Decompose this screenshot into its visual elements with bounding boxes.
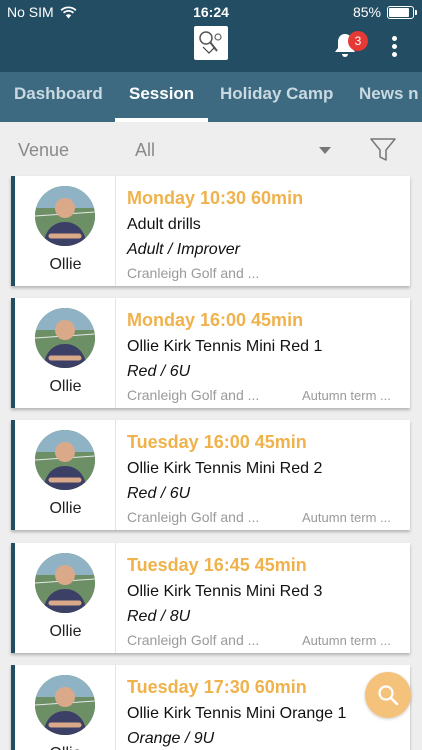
coach-avatar bbox=[35, 553, 95, 613]
session-time: Tuesday 16:45 45min bbox=[127, 555, 307, 575]
coach-photo-icon bbox=[35, 308, 95, 368]
coach-photo-icon bbox=[35, 675, 95, 735]
search-button[interactable] bbox=[365, 672, 411, 718]
session-time: Tuesday 17:30 60min bbox=[127, 677, 307, 697]
app-header: No SIM 16:24 85% 3 bbox=[0, 0, 422, 72]
session-card[interactable]: Ollie Tuesday 16:45 45min Ollie Kirk Tenni… bbox=[11, 543, 410, 653]
session-time: Tuesday 16:00 45min bbox=[127, 432, 307, 452]
search-icon bbox=[378, 685, 399, 706]
session-venue: Cranleigh Golf and ... bbox=[127, 387, 260, 403]
tab-news[interactable]: News n bbox=[359, 72, 419, 122]
tennis-logo-icon bbox=[199, 31, 222, 54]
tab-session[interactable]: Session bbox=[129, 72, 194, 122]
venue-label: Venue bbox=[18, 140, 70, 160]
venue-filter: Venue All bbox=[0, 122, 422, 176]
status-right: 85% bbox=[352, 4, 417, 20]
coach-avatar bbox=[35, 675, 95, 735]
battery-icon bbox=[387, 5, 417, 19]
session-time: Monday 16:00 45min bbox=[127, 310, 304, 330]
coach-name: Ollie bbox=[49, 256, 82, 273]
session-venue: Cranleigh Golf and ... bbox=[127, 632, 260, 648]
coach-avatar bbox=[35, 186, 95, 246]
coach-photo-icon bbox=[35, 553, 95, 613]
chevron-down-icon[interactable] bbox=[319, 147, 331, 154]
session-level: Orange / 9U bbox=[127, 730, 215, 747]
tab-dashboard[interactable]: Dashboard bbox=[14, 72, 103, 122]
coach-avatar bbox=[35, 308, 95, 368]
session-venue: Cranleigh Golf and ... bbox=[127, 265, 260, 281]
coach-column: Ollie bbox=[15, 543, 116, 653]
coach-name: Ollie bbox=[49, 378, 82, 395]
session-card[interactable]: Ollie Tuesday 17:30 60min Ollie Kirk Tenni… bbox=[11, 665, 410, 750]
session-level: Red / 6U bbox=[127, 363, 191, 380]
app-logo[interactable] bbox=[194, 26, 228, 60]
session-card[interactable]: Ollie Tuesday 16:00 45min Ollie Kirk Tenni… bbox=[11, 420, 410, 530]
coach-name: Ollie bbox=[49, 500, 82, 517]
coach-column: Ollie bbox=[15, 665, 116, 750]
more-menu-icon[interactable] bbox=[388, 36, 400, 60]
session-title: Adult drills bbox=[127, 216, 201, 233]
venue-select[interactable]: All bbox=[135, 140, 155, 161]
session-term: Autumn term ... bbox=[302, 633, 391, 648]
coach-column: Ollie bbox=[15, 176, 116, 286]
session-term: Autumn term ... bbox=[302, 510, 391, 525]
session-title: Ollie Kirk Tennis Mini Orange 1 bbox=[127, 705, 347, 722]
battery-percent: 85% bbox=[352, 4, 381, 20]
session-title: Ollie Kirk Tennis Mini Red 1 bbox=[127, 338, 323, 355]
session-card[interactable]: Ollie Monday 16:00 45min Ollie Kirk Tennis… bbox=[11, 298, 410, 408]
status-bar: No SIM 16:24 85% bbox=[0, 0, 422, 24]
session-level: Adult / Improver bbox=[127, 241, 240, 258]
battery-fill bbox=[389, 7, 409, 17]
tab-holiday-camp[interactable]: Holiday Camp bbox=[220, 72, 333, 122]
coach-photo-icon bbox=[35, 186, 95, 246]
session-term: Autumn term ... bbox=[302, 388, 391, 403]
coach-photo-icon bbox=[35, 430, 95, 490]
session-level: Red / 8U bbox=[127, 608, 191, 625]
coach-name: Ollie bbox=[15, 745, 116, 750]
session-level: Red / 6U bbox=[127, 485, 191, 502]
filter-icon[interactable] bbox=[369, 137, 397, 163]
session-title: Ollie Kirk Tennis Mini Red 2 bbox=[127, 460, 323, 477]
tab-bar: Dashboard Session Holiday Camp News n bbox=[0, 72, 422, 122]
session-venue: Cranleigh Golf and ... bbox=[127, 509, 260, 525]
session-time: Monday 10:30 60min bbox=[127, 188, 304, 208]
coach-avatar bbox=[35, 430, 95, 490]
coach-column: Ollie bbox=[15, 420, 116, 530]
session-title: Ollie Kirk Tennis Mini Red 3 bbox=[127, 583, 323, 600]
coach-name: Ollie bbox=[49, 623, 82, 640]
session-card[interactable]: Ollie Monday 10:30 60min Adult drills Adult… bbox=[11, 176, 410, 286]
notification-badge: 3 bbox=[348, 31, 368, 51]
coach-column: Ollie bbox=[15, 298, 116, 408]
